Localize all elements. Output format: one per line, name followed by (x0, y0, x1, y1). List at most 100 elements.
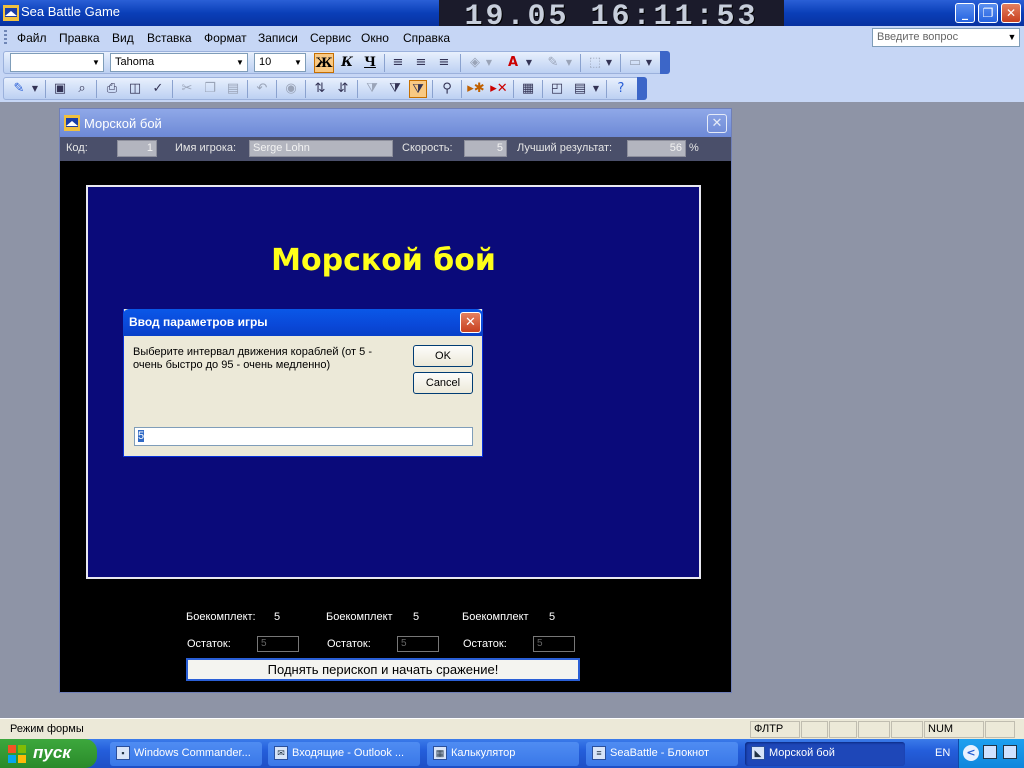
network-icon[interactable] (983, 745, 997, 759)
object-combo[interactable]: ▼ (10, 53, 104, 72)
italic-button[interactable]: К (337, 53, 357, 73)
task-windows-commander[interactable]: ▪ Windows Commander... (110, 742, 262, 766)
font-color-icon[interactable]: A (504, 54, 522, 72)
chevron-down-icon[interactable]: ▼ (90, 55, 102, 70)
print-preview-icon[interactable]: ◫ (126, 80, 144, 98)
form-close-button[interactable]: ✕ (707, 114, 727, 133)
menu-grip[interactable] (4, 30, 7, 46)
copy-icon[interactable]: ❐ (201, 80, 219, 98)
line-width-icon[interactable]: ▭ (626, 54, 644, 72)
network-icon[interactable] (1003, 745, 1017, 759)
chevron-down-icon[interactable]: ▼ (1005, 29, 1019, 46)
chevron-down-icon[interactable]: ▼ (292, 55, 304, 70)
chevron-down-icon[interactable]: ▼ (234, 55, 246, 70)
fill-color-icon[interactable]: ◈ (466, 54, 484, 72)
code-field[interactable]: 1 (117, 140, 157, 157)
toolbar-options-icon[interactable] (637, 77, 647, 100)
help-icon[interactable]: ? (612, 80, 630, 98)
rest-field-2[interactable]: 5 (397, 636, 439, 652)
sort-ascending-icon[interactable]: ⇅ (311, 80, 329, 98)
toolbar-separator (620, 54, 621, 72)
find-icon[interactable]: ⚲ (438, 80, 456, 98)
help-question-input[interactable]: Введите вопрос ▼ (872, 28, 1020, 47)
sort-descending-icon[interactable]: ⇵ (334, 80, 352, 98)
task-label: Входящие - Outlook ... (292, 747, 405, 759)
minimize-button[interactable]: _ (955, 3, 975, 23)
notepad-icon: ≡ (592, 746, 606, 760)
menu-help[interactable]: Справка (403, 31, 450, 45)
paste-icon[interactable]: ▤ (224, 80, 242, 98)
apply-filter-icon[interactable]: ⧩ (409, 80, 427, 98)
ok-button[interactable]: OK (413, 345, 473, 367)
new-record-icon[interactable]: ▸✱ (467, 80, 485, 98)
filter-by-form-icon[interactable]: ⧩ (386, 80, 404, 98)
chevron-down-icon[interactable]: ▼ (484, 54, 494, 72)
title-bar: Sea Battle Game 19.05 16:11:53 _ ❐ ✕ (0, 0, 1024, 34)
menu-view[interactable]: Вид (112, 31, 134, 45)
align-left-icon[interactable]: ≡ (389, 54, 407, 72)
align-center-icon[interactable]: ≡ (412, 54, 430, 72)
align-right-icon[interactable]: ≡ (435, 54, 453, 72)
language-indicator[interactable]: EN (935, 747, 950, 759)
task-notepad[interactable]: ≡ SeaBattle - Блокнот (586, 742, 738, 766)
toolbar-options-icon[interactable] (660, 51, 670, 74)
menu-format[interactable]: Формат (204, 31, 247, 45)
line-color-icon[interactable]: ✎ (544, 54, 562, 72)
menu-records[interactable]: Записи (258, 31, 298, 45)
save-icon[interactable]: ▣ (51, 80, 69, 98)
start-battle-button[interactable]: Поднять перископ и начать сражение! (186, 658, 580, 681)
database-window-icon[interactable]: ◰ (548, 80, 566, 98)
chevron-down-icon[interactable]: ▼ (30, 80, 40, 98)
border-icon[interactable]: ⬚ (586, 54, 604, 72)
rest-field-3[interactable]: 5 (533, 636, 575, 652)
rest-field-1[interactable]: 5 (257, 636, 299, 652)
hyperlink-icon[interactable]: ◉ (282, 80, 300, 98)
status-cell (985, 721, 1015, 738)
cut-icon[interactable]: ✂ (178, 80, 196, 98)
interval-input-value: 5 (138, 430, 145, 442)
form-title-bar: Морской бой ✕ (60, 109, 731, 137)
start-button[interactable]: пуск (0, 739, 97, 768)
best-result-field[interactable]: 56 (627, 140, 686, 157)
new-object-icon[interactable]: ▤ (571, 80, 589, 98)
print-icon[interactable]: ⎙ (103, 80, 121, 98)
menu-insert[interactable]: Вставка (147, 31, 192, 45)
cancel-button[interactable]: Cancel (413, 372, 473, 394)
view-icon[interactable]: ✎ (10, 80, 28, 98)
delete-record-icon[interactable]: ▸✕ (490, 80, 508, 98)
task-outlook[interactable]: ✉ Входящие - Outlook ... (268, 742, 420, 766)
player-field[interactable]: Serge Lohn (249, 140, 393, 157)
file-search-icon[interactable]: ⌕ (73, 80, 91, 98)
percent-label: % (689, 142, 699, 154)
chevron-down-icon[interactable]: ▼ (591, 80, 601, 98)
close-button[interactable]: ✕ (1001, 3, 1021, 23)
menu-tools[interactable]: Сервис (310, 31, 351, 45)
font-name-value: Tahoma (115, 56, 155, 68)
menu-edit[interactable]: Правка (59, 31, 100, 45)
properties-icon[interactable]: ▦ (519, 80, 537, 98)
speed-field[interactable]: 5 (464, 140, 507, 157)
game-title: Морской бой (271, 243, 496, 278)
font-name-combo[interactable]: Tahoma ▼ (110, 53, 248, 72)
chevron-down-icon[interactable]: ▼ (564, 54, 574, 72)
chevron-down-icon[interactable]: ▼ (524, 54, 534, 72)
filter-by-selection-icon[interactable]: ⧩ (363, 80, 381, 98)
task-calculator[interactable]: ▦ Калькулятор (427, 742, 579, 766)
menu-file[interactable]: Файл (17, 31, 47, 45)
task-sea-battle[interactable]: ◣ Морской бой (745, 742, 905, 766)
undo-icon[interactable]: ↶ (253, 80, 271, 98)
status-cell (858, 721, 890, 738)
underline-button[interactable]: Ч (360, 53, 380, 73)
dialog-close-button[interactable]: ✕ (460, 312, 481, 333)
system-tray: < (958, 739, 1024, 768)
chevron-down-icon[interactable]: ▼ (644, 54, 654, 72)
bold-button[interactable]: Ж (314, 53, 334, 73)
interval-input[interactable]: 5 (134, 427, 473, 446)
spelling-icon[interactable]: ✓ (149, 80, 167, 98)
font-size-combo[interactable]: 10 ▼ (254, 53, 306, 72)
chevron-down-icon[interactable]: ▼ (604, 54, 614, 72)
menu-window[interactable]: Окно (361, 31, 389, 45)
speed-label: Скорость: (402, 142, 453, 154)
restore-button[interactable]: ❐ (978, 3, 998, 23)
chevron-left-icon[interactable]: < (963, 745, 979, 761)
